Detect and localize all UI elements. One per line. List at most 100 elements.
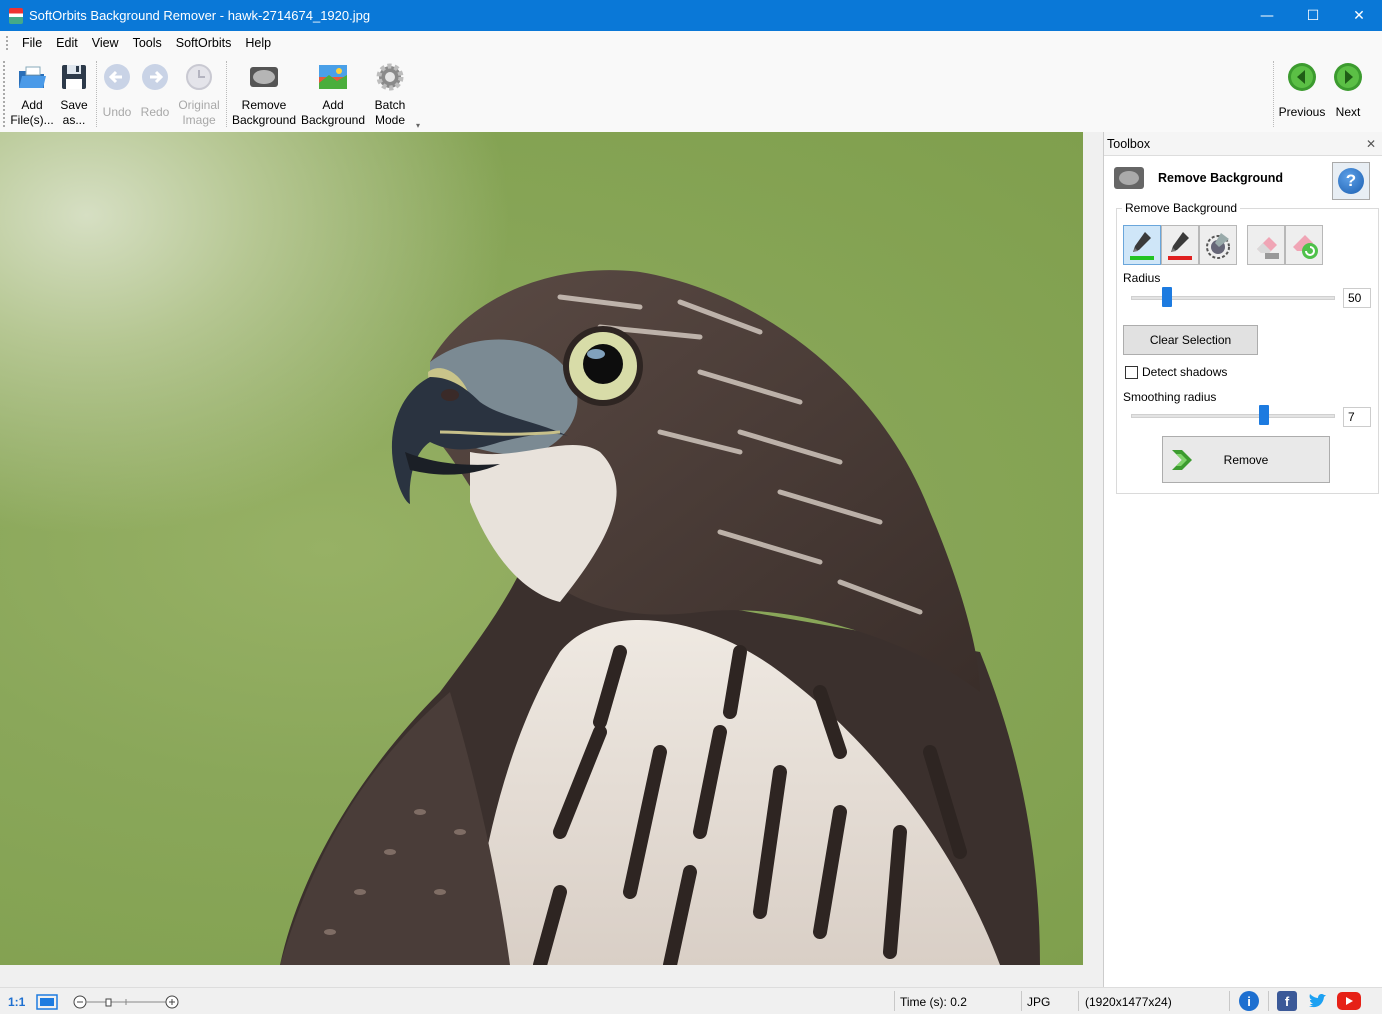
undo-arrow-icon	[104, 64, 130, 90]
add-files-label-1: Add	[21, 98, 43, 112]
smoothing-value-field[interactable]: 7	[1343, 407, 1371, 427]
remove-button[interactable]: Remove	[1162, 436, 1330, 483]
smoothing-radius-label: Smoothing radius	[1123, 390, 1217, 404]
toolbox-header: Toolbox ✕	[1104, 132, 1382, 156]
next-button[interactable]: Next	[1328, 57, 1368, 129]
green-arrow-icon	[1172, 450, 1192, 470]
toolbox-panel: Toolbox ✕ Remove Background ? Remove Bac…	[1103, 132, 1382, 987]
image-format: JPG	[1027, 995, 1051, 1009]
fit-window-icon	[36, 994, 58, 1010]
restore-eraser-button[interactable]	[1285, 225, 1323, 265]
help-button[interactable]: ?	[1332, 162, 1370, 200]
status-divider	[1229, 991, 1230, 1011]
magic-selection-icon	[1206, 233, 1230, 259]
undo-label: Undo	[102, 105, 132, 119]
redo-arrow-icon	[142, 64, 168, 90]
keep-brush-button[interactable]	[1123, 225, 1161, 265]
add-files-button[interactable]: Add File(s)...	[10, 57, 54, 129]
batch-mode-label-1: Batch	[374, 98, 406, 112]
app-icon	[9, 7, 23, 24]
status-divider	[1021, 991, 1022, 1011]
add-background-label-1: Add	[322, 98, 344, 112]
zoom-slider[interactable]	[72, 992, 182, 1012]
menu-tools[interactable]: Tools	[126, 36, 169, 50]
previous-label: Previous	[1278, 105, 1326, 119]
menu-bar: File Edit View Tools SoftOrbits Help	[0, 31, 1382, 55]
original-image-label-1: Original	[178, 98, 220, 112]
radius-label: Radius	[1123, 271, 1161, 285]
toolbar-separator	[1273, 61, 1274, 127]
zoom-slider-control	[73, 995, 179, 1009]
remove-brush-button[interactable]	[1161, 225, 1199, 265]
open-folder-icon	[19, 66, 46, 88]
remove-button-label: Remove	[1223, 452, 1269, 467]
processing-time: Time (s): 0.2	[900, 995, 967, 1009]
menu-softorbits[interactable]: SoftOrbits	[169, 36, 239, 50]
info-icon[interactable]: i	[1239, 991, 1259, 1011]
next-arrow-icon	[1334, 63, 1362, 91]
eraser-refresh-icon	[1293, 235, 1318, 259]
twitter-icon[interactable]	[1307, 991, 1327, 1011]
save-disk-icon	[62, 65, 86, 89]
add-background-button[interactable]: Add Background	[299, 57, 367, 129]
image-canvas[interactable]	[0, 132, 1083, 965]
menu-view[interactable]: View	[85, 36, 126, 50]
save-as-label-2: as...	[62, 113, 86, 127]
save-as-label-1: Save	[60, 98, 88, 112]
fit-to-window-button[interactable]	[36, 992, 58, 1012]
undo-button[interactable]: Undo	[98, 57, 136, 129]
original-image-button[interactable]: Original Image	[174, 57, 224, 129]
smoothing-slider-track[interactable]	[1131, 414, 1335, 418]
zoom-1-1-button[interactable]: 1:1	[8, 992, 25, 1012]
detect-shadows-label[interactable]: Detect shadows	[1142, 365, 1227, 379]
title-bar: SoftOrbits Background Remover - hawk-271…	[0, 0, 1382, 31]
auto-select-button[interactable]	[1199, 225, 1237, 265]
remove-background-group: Remove Background Radius 50 Clear Select…	[1116, 201, 1379, 494]
brush-tools	[1123, 225, 1323, 265]
facebook-icon[interactable]: f	[1277, 991, 1297, 1011]
toolbar-separator	[96, 61, 97, 127]
remove-background-label-2: Background	[231, 113, 297, 127]
close-button[interactable]: ✕	[1336, 0, 1382, 31]
batch-mode-button[interactable]: Batch Mode	[367, 57, 413, 129]
maximize-button[interactable]: ☐	[1290, 0, 1336, 31]
menu-help[interactable]: Help	[238, 36, 278, 50]
batch-mode-label-2: Mode	[374, 113, 406, 127]
add-background-label-2: Background	[300, 113, 366, 127]
youtube-icon[interactable]	[1337, 992, 1361, 1010]
smoothing-slider-thumb[interactable]	[1259, 405, 1269, 425]
eraser-icon	[1257, 237, 1279, 259]
redo-label: Redo	[140, 105, 170, 119]
window-title: SoftOrbits Background Remover - hawk-271…	[29, 8, 371, 23]
next-label: Next	[1335, 105, 1361, 119]
remove-background-icon	[1114, 167, 1144, 189]
minimize-button[interactable]: —	[1244, 0, 1290, 31]
panel-title-text: Remove Background	[1158, 171, 1284, 185]
save-as-button[interactable]: Save as...	[54, 57, 94, 129]
help-icon: ?	[1338, 168, 1364, 194]
status-divider	[894, 991, 895, 1011]
add-background-icon	[319, 65, 347, 89]
redo-button[interactable]: Redo	[136, 57, 174, 129]
toolbar-overflow-chevron-icon[interactable]: ▾	[416, 121, 420, 130]
eraser-button[interactable]	[1247, 225, 1285, 265]
original-image-label-2: Image	[182, 113, 216, 127]
clock-icon	[186, 64, 212, 90]
radius-value-field[interactable]: 50	[1343, 288, 1371, 308]
red-marker-icon	[1168, 232, 1192, 260]
add-files-label-2: File(s)...	[10, 113, 54, 127]
menu-file[interactable]: File	[15, 36, 49, 50]
radius-slider-thumb[interactable]	[1162, 287, 1172, 307]
remove-background-icon	[250, 67, 278, 87]
toolbar-grip	[3, 61, 6, 127]
previous-button[interactable]: Previous	[1276, 57, 1328, 129]
remove-background-label-1: Remove	[241, 98, 287, 112]
previous-arrow-icon	[1288, 63, 1316, 91]
detect-shadows-checkbox[interactable]	[1125, 366, 1138, 379]
menu-grip	[6, 36, 9, 50]
toolbar: Add File(s)... Save as... Undo Redo Orig…	[0, 55, 1382, 132]
menu-edit[interactable]: Edit	[49, 36, 85, 50]
remove-background-button[interactable]: Remove Background	[229, 57, 299, 129]
toolbox-close-icon[interactable]: ✕	[1366, 137, 1376, 151]
clear-selection-button[interactable]: Clear Selection	[1123, 325, 1258, 355]
